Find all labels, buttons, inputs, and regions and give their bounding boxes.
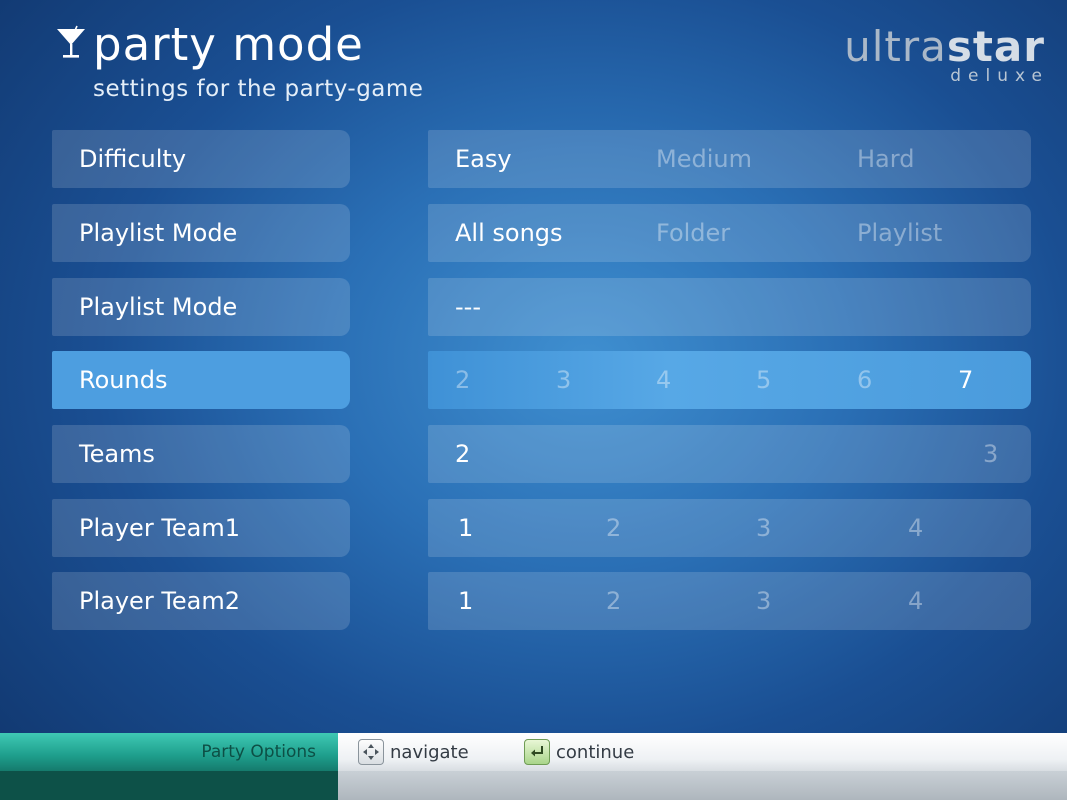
option-rounds-4[interactable]: 4 <box>656 351 671 409</box>
option-all-songs[interactable]: All songs <box>455 204 563 262</box>
option-selector[interactable]: All songs Folder Playlist <box>428 204 1031 262</box>
setting-label: Playlist Mode <box>52 278 350 336</box>
setting-label: Difficulty <box>52 130 350 188</box>
setting-row-teams[interactable]: Teams 2 3 <box>52 425 1031 483</box>
option-team1-players-3[interactable]: 3 <box>756 499 771 557</box>
option-team1-players-1[interactable]: 1 <box>458 499 473 557</box>
option-rounds-2[interactable]: 2 <box>455 351 470 409</box>
option-team2-players-2[interactable]: 2 <box>606 572 621 630</box>
setting-label: Teams <box>52 425 350 483</box>
option-team2-players-4[interactable]: 4 <box>908 572 923 630</box>
option-hard[interactable]: Hard <box>857 130 914 188</box>
setting-row-rounds[interactable]: Rounds 2 3 4 5 6 7 <box>52 351 1031 409</box>
logo-text-ultra: ultra <box>844 22 947 71</box>
dpad-icon <box>358 739 384 765</box>
option-team2-players-1[interactable]: 1 <box>458 572 473 630</box>
option-selector[interactable]: --- <box>428 278 1031 336</box>
option-teams-2[interactable]: 2 <box>455 425 470 483</box>
option-medium[interactable]: Medium <box>656 130 752 188</box>
page-title: party mode <box>93 18 364 71</box>
option-selector[interactable]: Easy Medium Hard <box>428 130 1031 188</box>
ultrastar-logo: ultrastar deluxe <box>844 26 1045 87</box>
hint-navigate-label: navigate <box>390 741 469 763</box>
option-selector[interactable]: 2 3 4 5 6 7 <box>428 351 1031 409</box>
option-selector[interactable]: 1 2 3 4 <box>428 572 1031 630</box>
bottom-bar: Party Options navigate continue <box>0 733 1067 800</box>
setting-row-playlist-selection[interactable]: Playlist Mode --- <box>52 278 1031 336</box>
setting-row-difficulty[interactable]: Difficulty Easy Medium Hard <box>52 130 1031 188</box>
section-label: Party Options <box>0 733 338 771</box>
option-rounds-7[interactable]: 7 <box>958 351 973 409</box>
hint-continue-label: continue <box>556 741 635 763</box>
hint-navigate: navigate <box>358 733 469 771</box>
setting-label: Player Team1 <box>52 499 350 557</box>
option-selector[interactable]: 1 2 3 4 <box>428 499 1031 557</box>
option-rounds-3[interactable]: 3 <box>556 351 571 409</box>
option-rounds-6[interactable]: 6 <box>857 351 872 409</box>
enter-key-icon <box>524 739 550 765</box>
option-team1-players-2[interactable]: 2 <box>606 499 621 557</box>
hint-bar: navigate continue <box>338 733 1067 771</box>
setting-row-playlist-mode[interactable]: Playlist Mode All songs Folder Playlist <box>52 204 1031 262</box>
page-subtitle: settings for the party-game <box>93 76 424 102</box>
option-rounds-5[interactable]: 5 <box>756 351 771 409</box>
setting-label: Rounds <box>52 351 350 409</box>
option-team1-players-4[interactable]: 4 <box>908 499 923 557</box>
option-folder[interactable]: Folder <box>656 204 730 262</box>
option-easy[interactable]: Easy <box>455 130 512 188</box>
cocktail-glass-icon <box>57 25 85 58</box>
hint-continue: continue <box>524 733 634 771</box>
option-playlist[interactable]: Playlist <box>857 204 942 262</box>
option-selector[interactable]: 2 3 <box>428 425 1031 483</box>
option-team2-players-3[interactable]: 3 <box>756 572 771 630</box>
option-teams-3[interactable]: 3 <box>983 425 998 483</box>
bottom-bar-right-base <box>338 771 1067 800</box>
setting-row-player-team2[interactable]: Player Team2 1 2 3 4 <box>52 572 1031 630</box>
setting-row-player-team1[interactable]: Player Team1 1 2 3 4 <box>52 499 1031 557</box>
option-none[interactable]: --- <box>455 278 481 336</box>
header: party mode <box>55 22 364 67</box>
logo-text-star: star <box>946 22 1045 71</box>
setting-label: Playlist Mode <box>52 204 350 262</box>
setting-label: Player Team2 <box>52 572 350 630</box>
bottom-bar-left-base <box>0 771 338 800</box>
